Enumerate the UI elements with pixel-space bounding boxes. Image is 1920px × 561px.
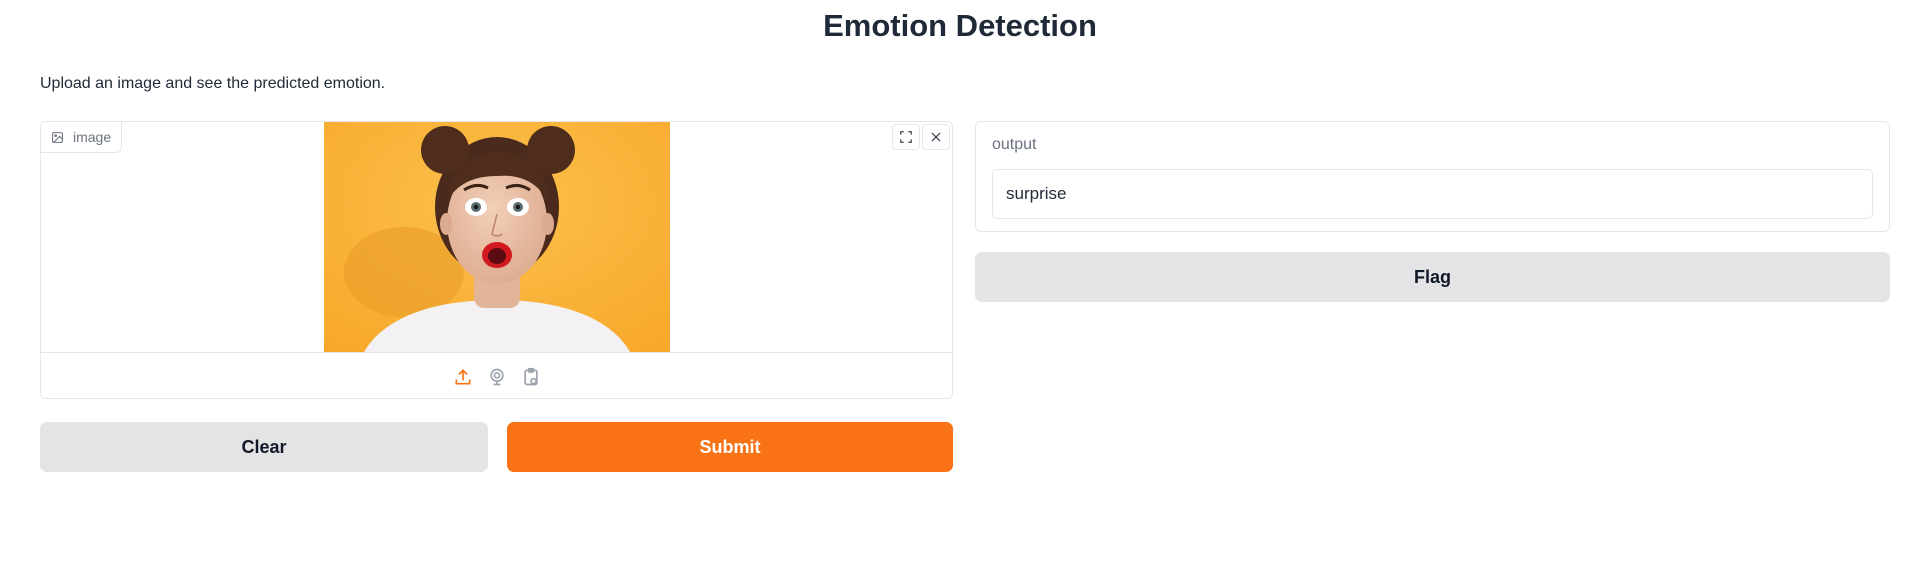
- fullscreen-icon[interactable]: [892, 124, 920, 150]
- upload-icon[interactable]: [451, 365, 475, 389]
- app-page: Emotion Detection Upload an image and se…: [0, 0, 1920, 561]
- image-source-selector: [41, 352, 952, 398]
- output-label: output: [992, 136, 1037, 153]
- image-input-label: image: [41, 122, 123, 153]
- page-description: Upload an image and see the predicted em…: [40, 75, 386, 92]
- clear-button[interactable]: Clear: [40, 422, 488, 472]
- output-textbox[interactable]: surprise: [992, 169, 1873, 219]
- close-icon[interactable]: [922, 124, 950, 150]
- image-icon: [51, 131, 64, 144]
- output-panel: output surprise: [975, 121, 1890, 232]
- image-panel-tools: [892, 124, 950, 150]
- uploaded-image-preview: [324, 122, 670, 352]
- image-input-panel[interactable]: image: [40, 121, 953, 399]
- page-title: Emotion Detection: [823, 8, 1097, 43]
- flag-button[interactable]: Flag: [975, 252, 1890, 302]
- submit-button[interactable]: Submit: [507, 422, 953, 472]
- image-input-label-text: image: [73, 129, 112, 145]
- clipboard-icon[interactable]: [519, 365, 543, 389]
- webcam-icon[interactable]: [485, 365, 509, 389]
